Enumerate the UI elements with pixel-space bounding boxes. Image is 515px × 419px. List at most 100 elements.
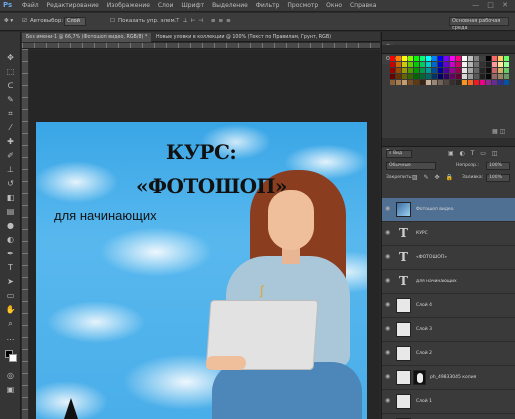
layer-row[interactable]: ◉ T КУРС xyxy=(382,222,515,246)
swatches-grid[interactable] xyxy=(390,56,510,96)
color-swatch[interactable] xyxy=(414,74,419,79)
eyedropper-tool-icon[interactable]: ⁄ xyxy=(5,122,16,133)
blur-tool-icon[interactable]: ● xyxy=(5,220,16,231)
color-swatch[interactable] xyxy=(444,62,449,67)
layer-thumbnail[interactable] xyxy=(396,322,411,337)
canvas-subtitle[interactable]: для начинающих xyxy=(54,208,157,223)
color-swatch[interactable] xyxy=(408,80,413,85)
visibility-eye-icon[interactable]: ◉ xyxy=(385,230,392,236)
color-swatch[interactable] xyxy=(402,56,407,61)
zoom-tool-icon[interactable]: ⌕ xyxy=(5,318,16,329)
color-swatch[interactable] xyxy=(450,80,455,85)
color-swatch[interactable] xyxy=(450,68,455,73)
layer-filter-dropdown[interactable]: ⌕ Вид xyxy=(386,150,412,158)
tab-document-active[interactable]: Без имени-1 @ 66,7% (Фотошоп видео, RGB/… xyxy=(22,33,152,42)
color-swatch[interactable] xyxy=(432,56,437,61)
layer-thumbnail[interactable] xyxy=(396,298,411,313)
color-swatch[interactable] xyxy=(402,62,407,67)
color-swatch[interactable] xyxy=(498,80,503,85)
auto-select-dropdown[interactable]: Слой xyxy=(64,17,86,26)
workspace-dropdown[interactable]: Основная рабочая среда xyxy=(449,17,509,31)
color-swatch[interactable] xyxy=(402,74,407,79)
quick-mask-icon[interactable]: ◎ xyxy=(5,370,16,381)
gradient-tool-icon[interactable]: ▤ xyxy=(5,206,16,217)
color-swatch[interactable] xyxy=(498,74,503,79)
layer-row[interactable]: ◉ Tдля начинающих xyxy=(382,270,515,294)
menu-help[interactable]: Справка xyxy=(350,2,376,9)
text-layer-icon[interactable]: T xyxy=(396,274,411,289)
blend-mode-dropdown[interactable]: Обычные xyxy=(386,162,436,170)
menu-type[interactable]: Шрифт xyxy=(181,2,204,9)
color-swatch[interactable] xyxy=(474,62,479,67)
layer-thumbnail[interactable] xyxy=(396,202,411,217)
color-swatch[interactable] xyxy=(492,56,497,61)
layer-row[interactable]: ◉ Слой 2 xyxy=(382,342,515,366)
menu-file[interactable]: Файл xyxy=(22,2,39,9)
screen-mode-icon[interactable]: ▣ xyxy=(5,384,16,395)
fill-field[interactable]: 100% xyxy=(486,174,510,182)
menu-edit[interactable]: Редактирование xyxy=(47,2,99,9)
document-canvas[interactable]: ʃ КУРС: «ФОТОШОП» для начинающих xyxy=(36,122,367,419)
color-swatch[interactable] xyxy=(504,56,509,61)
color-swatch[interactable] xyxy=(420,56,425,61)
color-swatch[interactable] xyxy=(432,62,437,67)
color-swatch[interactable] xyxy=(498,62,503,67)
layer-row[interactable]: ◉ Слой 4 xyxy=(382,294,515,318)
layer-row[interactable]: ◉ Слой 1 xyxy=(382,390,515,414)
show-transform-checkbox[interactable]: ☐ xyxy=(110,18,115,24)
color-swatch[interactable] xyxy=(486,80,491,85)
color-swatch[interactable] xyxy=(408,62,413,67)
color-swatch[interactable] xyxy=(486,74,491,79)
color-swatch[interactable] xyxy=(402,80,407,85)
more-tools-icon[interactable]: … xyxy=(5,332,16,343)
color-swatch[interactable] xyxy=(420,68,425,73)
color-swatch[interactable] xyxy=(486,56,491,61)
layer-row[interactable]: ◉облака 79Ô_3 xyxy=(382,414,515,419)
color-swatch[interactable] xyxy=(486,68,491,73)
window-controls[interactable]: — □ ✕ xyxy=(472,1,511,9)
color-swatch[interactable] xyxy=(390,74,395,79)
color-swatch[interactable] xyxy=(456,68,461,73)
color-swatch[interactable] xyxy=(450,74,455,79)
brush-tool-icon[interactable]: ✐ xyxy=(5,150,16,161)
color-swatch[interactable] xyxy=(504,80,509,85)
color-swatch[interactable] xyxy=(390,80,395,85)
eraser-tool-icon[interactable]: ◧ xyxy=(5,192,16,203)
color-swatch[interactable] xyxy=(468,62,473,67)
color-swatch[interactable] xyxy=(468,80,473,85)
auto-select-checkbox[interactable]: ☑ xyxy=(22,18,27,24)
color-swatch[interactable] xyxy=(444,68,449,73)
color-swatch[interactable] xyxy=(414,56,419,61)
menu-filter[interactable]: Фильтр xyxy=(256,2,280,9)
text-layer-icon[interactable]: T xyxy=(396,226,411,241)
visibility-eye-icon[interactable]: ◉ xyxy=(385,350,392,356)
color-swatch[interactable] xyxy=(504,68,509,73)
healing-tool-icon[interactable]: ✚ xyxy=(5,136,16,147)
tab-document-other[interactable]: Новые уловки в коллекции @ 100% (Текст п… xyxy=(152,33,335,42)
color-swatch[interactable] xyxy=(438,56,443,61)
color-swatch[interactable] xyxy=(396,56,401,61)
color-swatch[interactable] xyxy=(468,74,473,79)
layer-mask-thumbnail[interactable] xyxy=(413,370,426,385)
color-swatch[interactable] xyxy=(480,62,485,67)
layer-thumbnail[interactable] xyxy=(396,346,411,361)
layer-row[interactable]: ◉ Слой 3 xyxy=(382,318,515,342)
layer-row[interactable]: ◉ Фотошоп видео xyxy=(382,198,515,222)
color-swatch[interactable] xyxy=(492,68,497,73)
color-swatch[interactable] xyxy=(390,56,395,61)
color-swatch[interactable] xyxy=(462,74,467,79)
background-color-swatch[interactable] xyxy=(9,354,17,362)
marquee-tool-icon[interactable]: ⬚ xyxy=(5,66,16,77)
visibility-eye-icon[interactable]: ◉ xyxy=(385,398,392,404)
path-select-tool-icon[interactable]: ➤ xyxy=(5,276,16,287)
lasso-tool-icon[interactable]: ᑕ xyxy=(5,80,16,91)
color-swatch[interactable] xyxy=(468,68,473,73)
color-swatch[interactable] xyxy=(444,80,449,85)
panel-collapse-icons[interactable]: ▦ ◫ xyxy=(492,128,505,135)
color-swatch[interactable] xyxy=(396,68,401,73)
canvas-title-line2[interactable]: «ФОТОШОП» xyxy=(136,174,287,198)
layer-row[interactable]: ◉ ph_49833045 копия xyxy=(382,366,515,390)
color-swatch[interactable] xyxy=(456,74,461,79)
color-swatch[interactable] xyxy=(390,62,395,67)
color-swatch[interactable] xyxy=(450,62,455,67)
